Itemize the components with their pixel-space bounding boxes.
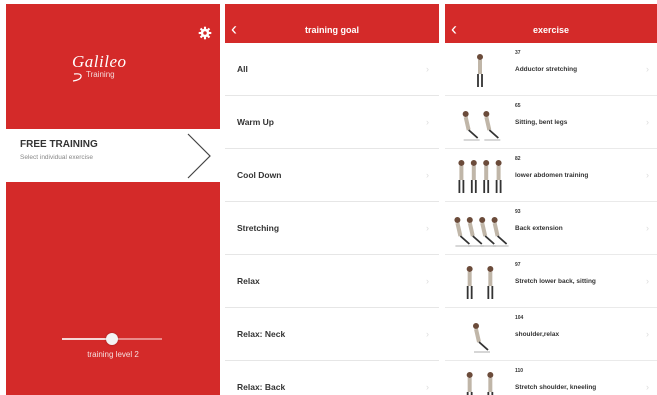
- exercise-list-item[interactable]: 104 shoulder,relax ›: [445, 308, 657, 361]
- home-screen: Galileo Training FREE TRAINING Select in…: [6, 4, 220, 395]
- back-icon[interactable]: ‹: [231, 19, 237, 39]
- chevron-right-icon: ›: [646, 382, 649, 392]
- nav-bar: ‹ training goal: [225, 16, 439, 43]
- goal-list-item[interactable]: Relax ›: [225, 255, 439, 308]
- goal-label: All: [237, 64, 248, 74]
- goal-label: Cool Down: [237, 170, 282, 180]
- exercise-number: 93: [515, 209, 521, 215]
- exercise-list-item[interactable]: 110 Stretch shoulder, kneeling ›: [445, 361, 657, 395]
- slider-knob[interactable]: [106, 333, 118, 345]
- chevron-right-icon: ›: [646, 276, 649, 286]
- chevron-right-icon: ›: [426, 382, 429, 392]
- chevron-right-icon: ›: [646, 64, 649, 74]
- exercise-thumbnail: [449, 206, 511, 251]
- chevron-right-icon: ›: [426, 223, 429, 233]
- exercise-list: 37 Adductor stretching › 65 Sitting, bent le…: [445, 43, 657, 395]
- goal-label: Relax: Neck: [237, 329, 286, 339]
- chevron-right-icon: [187, 133, 211, 179]
- exercise-thumbnail: [449, 259, 511, 304]
- exercise-number: 110: [515, 368, 524, 374]
- chevron-right-icon: ›: [646, 117, 649, 127]
- goal-list-item[interactable]: Stretching ›: [225, 202, 439, 255]
- chevron-right-icon: ›: [426, 170, 429, 180]
- screenshot-collage: Galileo Training FREE TRAINING Select in…: [0, 0, 657, 395]
- logo-swoosh-icon: [72, 73, 82, 82]
- exercise-name: Stretch shoulder, kneeling: [515, 384, 597, 391]
- logo-name: Galileo: [72, 52, 127, 71]
- nav-title: training goal: [305, 24, 359, 35]
- goal-label: Stretching: [237, 223, 280, 233]
- exercise-name: shoulder,relax: [515, 331, 560, 338]
- free-training-title: FREE TRAINING: [20, 139, 98, 150]
- exercise-name: Adductor stretching: [515, 66, 578, 73]
- chevron-right-icon: ›: [426, 329, 429, 339]
- exercise-list-item[interactable]: 65 Sitting, bent legs ›: [445, 96, 657, 149]
- exercise-number: 97: [515, 262, 521, 268]
- exercise-list-item[interactable]: 93 Back extension ›: [445, 202, 657, 255]
- chevron-right-icon: ›: [426, 64, 429, 74]
- exercise-thumbnail: [449, 100, 511, 145]
- gear-icon[interactable]: [198, 26, 212, 40]
- chevron-right-icon: ›: [646, 223, 649, 233]
- slider-fill: [62, 338, 112, 340]
- goal-list-item[interactable]: Cool Down ›: [225, 149, 439, 202]
- exercise-list-item[interactable]: 82 lower abdomen training ›: [445, 149, 657, 202]
- goal-list-item[interactable]: Relax: Back ›: [225, 361, 439, 395]
- exercise-list-item[interactable]: 37 Adductor stretching ›: [445, 43, 657, 96]
- exercise-name: Sitting, bent legs: [515, 119, 568, 126]
- exercise-name: Stretch lower back, sitting: [515, 278, 596, 285]
- status-bar: [445, 4, 657, 16]
- free-training-subtitle: Select individual exercise: [20, 154, 93, 161]
- status-bar: [6, 4, 220, 16]
- goal-label: Warm Up: [237, 117, 274, 127]
- back-icon[interactable]: ‹: [451, 19, 457, 39]
- exercise-list-item[interactable]: 97 Stretch lower back, sitting ›: [445, 255, 657, 308]
- chevron-right-icon: ›: [646, 329, 649, 339]
- exercise-thumbnail: [449, 312, 511, 357]
- exercise-thumbnail: [449, 365, 511, 395]
- status-bar: [225, 4, 439, 16]
- goal-list-item[interactable]: All ›: [225, 43, 439, 96]
- goal-list: All › Warm Up › Cool Down › Stretching › Relax › R…: [225, 43, 439, 395]
- free-training-button[interactable]: FREE TRAINING Select individual exercise: [6, 129, 220, 182]
- chevron-right-icon: ›: [426, 276, 429, 286]
- chevron-right-icon: ›: [426, 117, 429, 127]
- training-level-label: training level 2: [87, 350, 139, 359]
- exercise-name: Back extension: [515, 225, 563, 232]
- training-level-slider[interactable]: [62, 332, 162, 346]
- training-goal-screen: ‹ training goal All › Warm Up › Cool Down › St…: [225, 4, 439, 395]
- nav-bar: ‹ exercise: [445, 16, 657, 43]
- goal-list-item[interactable]: Relax: Neck ›: [225, 308, 439, 361]
- exercise-number: 82: [515, 156, 521, 162]
- exercise-thumbnail: [449, 47, 511, 92]
- exercise-number: 37: [515, 50, 521, 56]
- goal-label: Relax: Back: [237, 382, 286, 392]
- exercise-name: lower abdomen training: [515, 172, 589, 179]
- exercise-number: 104: [515, 315, 524, 321]
- exercise-thumbnail: [449, 153, 511, 198]
- exercise-number: 65: [515, 103, 521, 109]
- galileo-logo: Galileo Training: [72, 52, 127, 82]
- exercise-screen: ‹ exercise 37 Adductor stretching › 65 Sitti…: [445, 4, 657, 395]
- goal-list-item[interactable]: Warm Up ›: [225, 96, 439, 149]
- goal-label: Relax: [237, 276, 260, 286]
- nav-title: exercise: [532, 24, 570, 35]
- chevron-right-icon: ›: [646, 170, 649, 180]
